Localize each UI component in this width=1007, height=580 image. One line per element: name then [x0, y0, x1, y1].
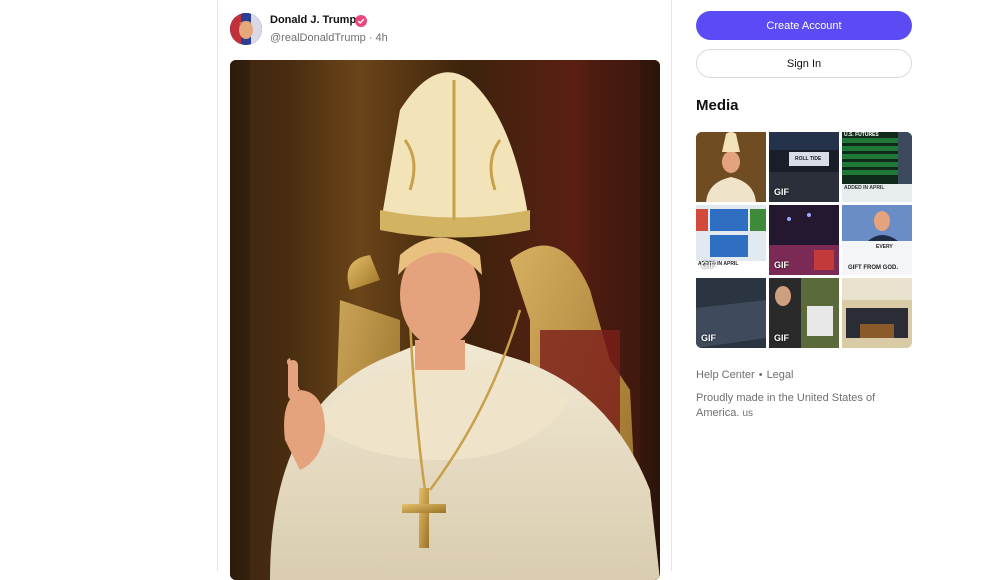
footer-bullet: • [758, 369, 763, 381]
gif-badge: GIF [701, 333, 716, 343]
gif-badge: GIF [774, 187, 789, 197]
made-in-text: Proudly made in the United States of Ame… [696, 392, 876, 419]
media-tile[interactable] [842, 278, 912, 348]
feed-column: Donald J. Trump @realDonaldTrump · 4h [217, 0, 672, 580]
gif-badge: GIF [701, 260, 716, 270]
media-tile[interactable]: ROLL TIDE GIF [769, 132, 839, 202]
media-tile[interactable]: GIF [696, 278, 766, 348]
media-tile[interactable]: U.S. FUTURES ADDED IN APRIL [842, 132, 912, 202]
sign-in-button[interactable]: Sign In [696, 49, 912, 78]
verified-badge-icon [355, 14, 367, 27]
gif-badge: GIF [774, 333, 789, 343]
media-grid: ROLL TIDE GIF U.S. FUTURES ADDED IN APRI… [696, 132, 912, 348]
legal-link[interactable]: Legal [767, 369, 794, 381]
separator: · [368, 32, 373, 44]
gif-badge: GIF [774, 260, 789, 270]
media-tile[interactable] [696, 132, 766, 202]
post-image[interactable] [230, 60, 660, 580]
post-header: Donald J. Trump @realDonaldTrump · 4h [230, 12, 650, 48]
media-title: Media [696, 97, 739, 114]
media-tile[interactable]: GIF [769, 205, 839, 275]
avatar[interactable] [230, 13, 262, 45]
handle[interactable]: @realDonaldTrump [270, 32, 366, 44]
create-account-button[interactable]: Create Account [696, 11, 912, 40]
media-tile[interactable]: GIF [769, 278, 839, 348]
tile-caption: EVERY [876, 244, 893, 250]
media-tile[interactable]: ADDED IN APRIL GIF [696, 205, 766, 275]
help-center-link[interactable]: Help Center [696, 369, 755, 381]
footer-made-in: Proudly made in the United States of Ame… [696, 391, 896, 421]
display-name[interactable]: Donald J. Trump [270, 14, 356, 26]
handle-line: @realDonaldTrump · 4h [270, 32, 388, 44]
tile-caption: ROLL TIDE [795, 156, 822, 162]
footer-links: Help Center • Legal [696, 369, 793, 381]
us-flag-label: us [742, 408, 754, 419]
media-tile[interactable]: EVERY GIFT FROM GOD. [842, 205, 912, 275]
post-time[interactable]: 4h [376, 32, 388, 44]
tile-caption: ADDED IN APRIL [844, 185, 885, 191]
tile-caption: GIFT FROM GOD. [848, 265, 898, 271]
tile-caption: U.S. FUTURES [844, 132, 879, 138]
